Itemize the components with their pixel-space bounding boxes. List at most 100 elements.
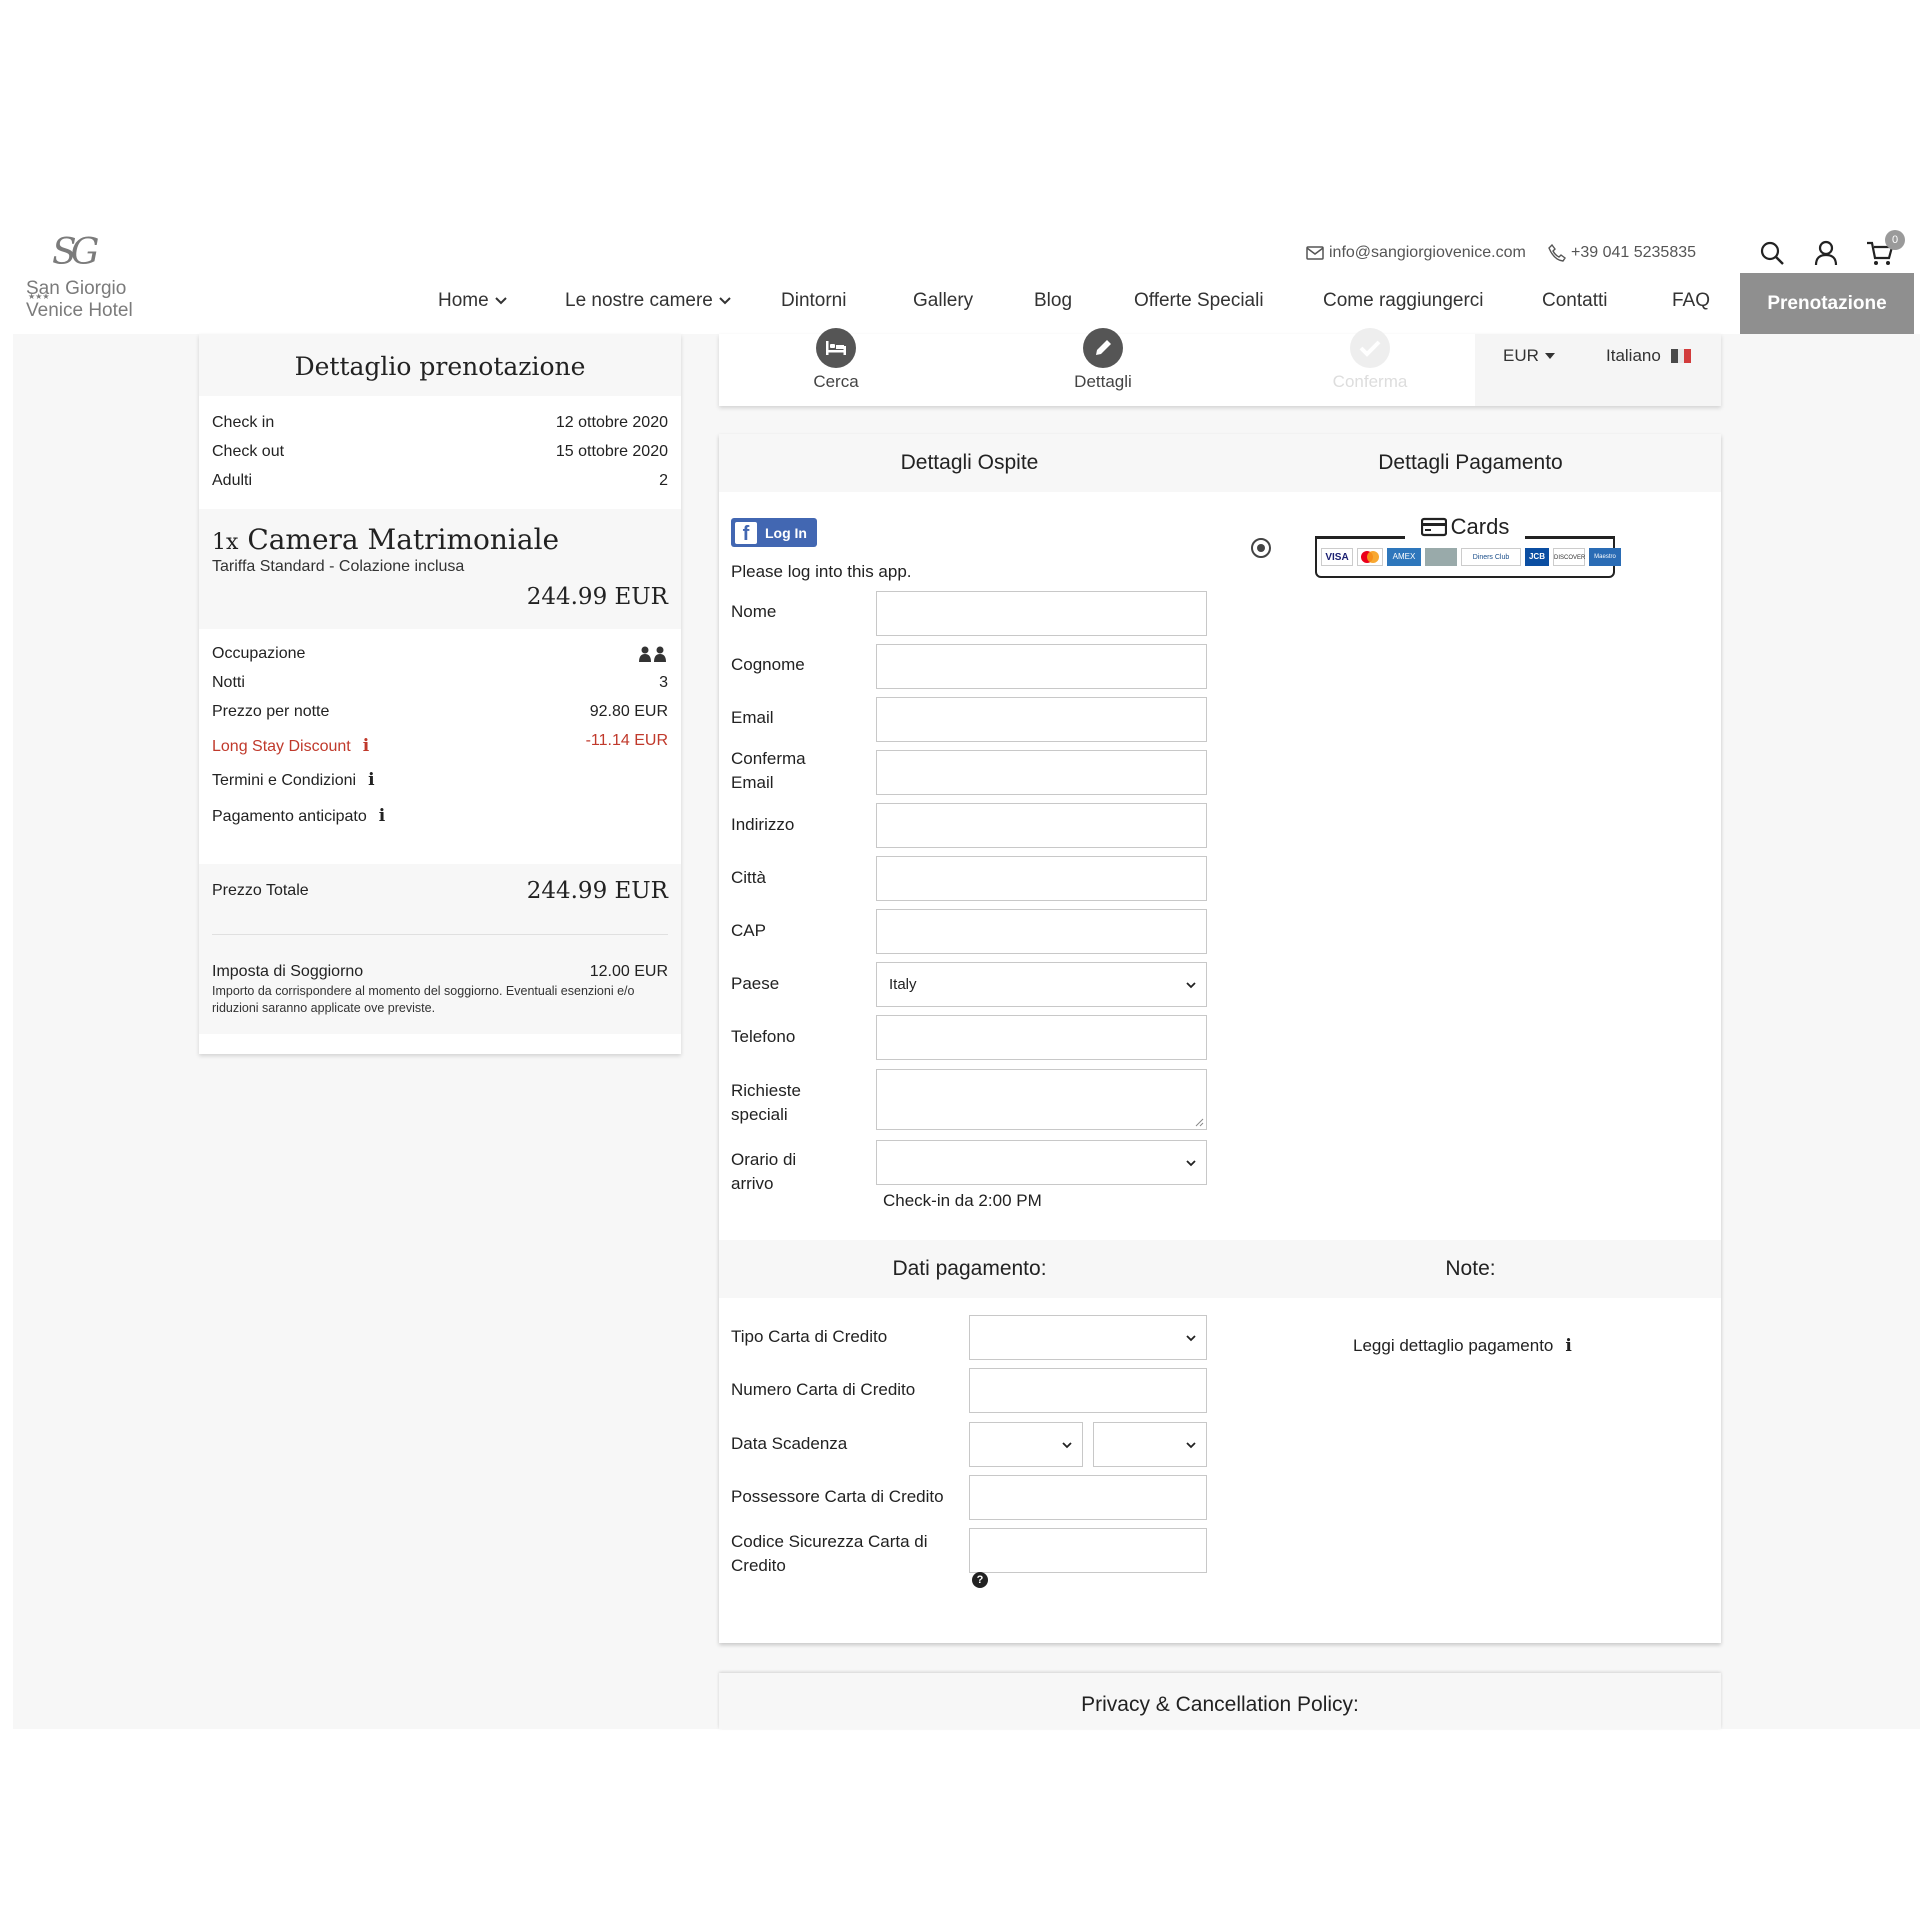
phone-input[interactable] <box>876 1015 1207 1060</box>
nav-rooms-label: Le nostre camere <box>565 290 713 311</box>
cc-number-input[interactable] <box>969 1368 1207 1413</box>
contact-phone-link[interactable]: +39 041 5235835 <box>1548 244 1696 262</box>
cc-cvv-label: Codice Sicurezza Carta di Credito <box>731 1530 928 1578</box>
terms-info-icon[interactable]: i <box>368 770 374 790</box>
resize-handle-icon[interactable] <box>1194 1117 1204 1127</box>
chevron-down-icon <box>494 297 507 305</box>
payment-details-link[interactable]: Leggi dettaglio pagamento i <box>1353 1336 1572 1356</box>
currency-value: EUR <box>1503 346 1539 365</box>
zip-label: CAP <box>731 921 766 940</box>
step-search-label: Cerca <box>813 372 859 391</box>
cc-cvv-label-line1: Codice Sicurezza Carta di <box>731 1532 928 1551</box>
step-details-label: Dettagli <box>1074 372 1132 391</box>
card-payment-radio[interactable] <box>1251 538 1271 558</box>
contact-phone-text: +39 041 5235835 <box>1571 244 1697 261</box>
user-icon[interactable] <box>1811 238 1841 268</box>
email-input[interactable] <box>876 697 1207 742</box>
per-night-row: Prezzo per notte 92.80 EUR <box>199 697 681 726</box>
checkin-time-note: Check-in da 2:00 PM <box>883 1191 1042 1210</box>
room-rate: Tariffa Standard - Colazione inclusa <box>212 558 465 575</box>
booking-button[interactable]: Prenotazione <box>1740 273 1914 334</box>
facebook-login-button[interactable]: f Log In <box>731 518 817 547</box>
last-name-input[interactable] <box>876 644 1207 689</box>
adults-row: Adulti 2 <box>199 466 681 495</box>
nav-blog[interactable]: Blog <box>1034 290 1072 312</box>
discount-row: Long Stay Discount i -11.14 EUR <box>199 726 681 762</box>
confirm-email-input[interactable] <box>876 750 1207 795</box>
payment-data-header: Dati pagamento: Note: <box>719 1240 1721 1298</box>
tax-note: Importo da corrispondere al momento del … <box>212 984 635 1015</box>
checkin-label: Check in <box>212 413 275 431</box>
nav-home-label: Home <box>438 290 489 311</box>
facebook-icon: f <box>735 521 757 544</box>
cc-expiry-month-select[interactable] <box>969 1422 1083 1467</box>
chevron-down-icon <box>1062 1441 1072 1448</box>
nav-directions[interactable]: Come raggiungerci <box>1323 290 1484 312</box>
nav-surroundings[interactable]: Dintorni <box>781 290 846 312</box>
occupancy-label: Occupazione <box>212 644 306 662</box>
discount-info-icon[interactable]: i <box>363 736 369 756</box>
address-label: Indirizzo <box>731 815 795 834</box>
contact-email-link[interactable]: info@sangiorgiovenice.com <box>1306 244 1526 262</box>
diners-logo: Diners Club <box>1461 548 1521 566</box>
cc-holder-label: Possessore Carta di Credito <box>731 1487 944 1506</box>
country-select[interactable]: Italy <box>876 962 1207 1007</box>
cc-cvv-input[interactable] <box>969 1528 1207 1573</box>
special-requests-textarea[interactable] <box>876 1069 1207 1130</box>
terms-label: Termini e Condizioni <box>212 772 357 789</box>
pencil-icon <box>1083 328 1123 368</box>
nav-special-offers[interactable]: Offerte Speciali <box>1134 290 1264 312</box>
tax-label: Imposta di Soggiorno <box>212 963 364 980</box>
step-details[interactable]: Dettagli <box>1033 328 1173 392</box>
first-name-input[interactable] <box>876 591 1207 636</box>
visa-logo: VISA <box>1321 548 1353 566</box>
cards-badge: Cards VISA AMEX Diners Club JCB DISCOVER… <box>1315 514 1621 578</box>
step-search[interactable]: Cerca <box>766 328 906 392</box>
language-value: Italiano <box>1606 346 1661 365</box>
city-input[interactable] <box>876 856 1207 901</box>
country-value: Italy <box>889 976 917 993</box>
nights-row: Notti 3 <box>199 668 681 697</box>
nav-faq[interactable]: FAQ <box>1672 290 1710 312</box>
adults-label: Adulti <box>212 471 253 489</box>
language-selector[interactable]: Italiano <box>1606 346 1691 366</box>
room-qty: 1x <box>212 530 239 555</box>
question-icon[interactable]: ? <box>972 1572 988 1588</box>
adults-value: 2 <box>659 471 668 489</box>
checkin-row: Check in 12 ottobre 2020 <box>199 408 681 437</box>
site-header: SG San Giorgio ★★★ Venice Hotel info@san… <box>0 228 1920 334</box>
cc-type-select[interactable] <box>969 1315 1207 1360</box>
notes-title: Note: <box>1445 1257 1496 1280</box>
total-block: Prezzo Totale 244.99 EUR Imposta di Sogg… <box>199 864 681 1034</box>
step-confirm-label: Conferma <box>1332 372 1408 391</box>
total-divider <box>212 934 668 935</box>
total-label: Prezzo Totale <box>212 882 309 899</box>
amex-alt-logo <box>1425 548 1457 566</box>
cc-expiry-label: Data Scadenza <box>731 1434 848 1453</box>
cc-expiry-year-select[interactable] <box>1093 1422 1207 1467</box>
payment-data-title: Dati pagamento: <box>892 1257 1047 1280</box>
nav-contacts[interactable]: Contatti <box>1542 290 1607 312</box>
chevron-down-icon <box>1186 1159 1196 1166</box>
email-label: Email <box>731 708 774 727</box>
zip-input[interactable] <box>876 909 1207 954</box>
nav-gallery[interactable]: Gallery <box>913 290 973 312</box>
locale-panel: EUR Italiano <box>1475 334 1721 406</box>
search-icon[interactable] <box>1757 238 1787 268</box>
chevron-down-icon <box>1186 1334 1196 1341</box>
step-confirm: Conferma <box>1300 328 1440 392</box>
address-input[interactable] <box>876 803 1207 848</box>
nav-rooms[interactable]: Le nostre camere <box>565 290 731 312</box>
nav-home[interactable]: Home <box>438 290 507 312</box>
arrival-time-select[interactable] <box>876 1140 1207 1185</box>
last-name-label: Cognome <box>731 655 805 674</box>
prepay-info-icon[interactable]: i <box>379 806 385 826</box>
nights-value: 3 <box>659 673 668 691</box>
currency-selector[interactable]: EUR <box>1503 346 1555 366</box>
discount-label: Long Stay Discount <box>212 738 351 755</box>
cc-holder-input[interactable] <box>969 1475 1207 1520</box>
terms-row: Termini e Condizioni i <box>199 762 681 798</box>
cards-label: Cards <box>1450 514 1510 539</box>
privacy-policy-card[interactable]: Privacy & Cancellation Policy: <box>719 1673 1721 1729</box>
country-label: Paese <box>731 974 780 993</box>
